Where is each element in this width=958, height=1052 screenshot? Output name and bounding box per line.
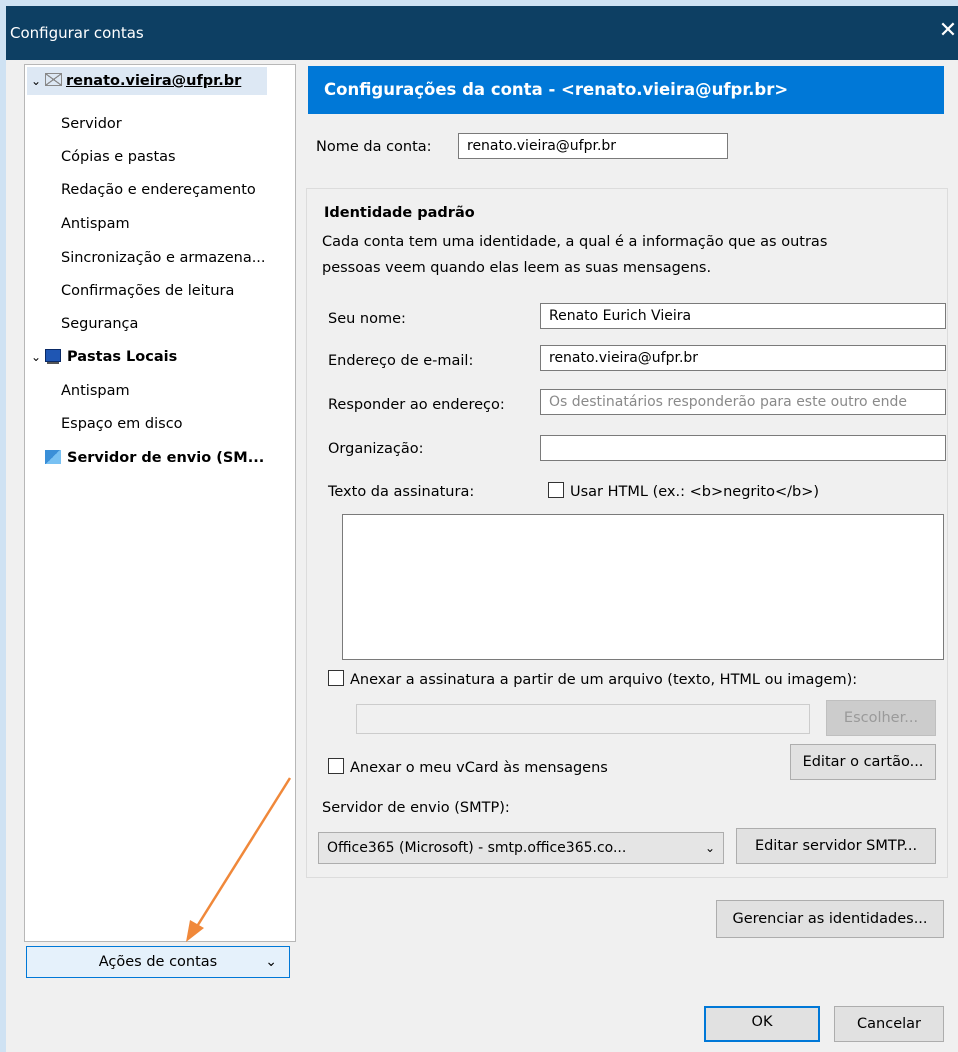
close-icon[interactable]: ✕ <box>938 18 958 43</box>
email-field[interactable]: renato.vieira@ufpr.br <box>540 345 946 371</box>
attach-vcard-option[interactable]: Anexar o meu vCard às mensagens <box>328 758 608 776</box>
tree-local-folders[interactable]: ⌄ Pastas Locais <box>31 343 177 371</box>
use-html-label: Usar HTML (ex.: <b>negrito</b>) <box>570 484 819 500</box>
tree-item-antispam[interactable]: Antispam <box>61 210 130 238</box>
tree-item-local-antispam[interactable]: Antispam <box>61 377 130 405</box>
use-html-option[interactable]: Usar HTML (ex.: <b>negrito</b>) <box>548 482 819 500</box>
email-label: Endereço de e-mail: <box>328 353 474 369</box>
identity-title: Identidade padrão <box>324 205 475 221</box>
name-label: Seu nome: <box>328 311 406 327</box>
tree-item-copias-pastas[interactable]: Cópias e pastas <box>61 143 176 171</box>
name-field[interactable]: Renato Eurich Vieira <box>540 303 946 329</box>
tree-outgoing-server[interactable]: Servidor de envio (SM... <box>45 444 264 472</box>
reply-to-label: Responder ao endereço: <box>328 397 505 413</box>
tree-item-servidor[interactable]: Servidor <box>61 110 122 138</box>
identity-description-1: Cada conta tem uma identidade, a qual é … <box>322 234 828 250</box>
tree-item-confirmacoes[interactable]: Confirmações de leitura <box>61 277 234 305</box>
smtp-server-value: Office365 (Microsoft) - smtp.office365.c… <box>327 840 627 856</box>
account-name-label: Nome da conta: <box>316 139 432 155</box>
attach-vcard-label: Anexar o meu vCard às mensagens <box>350 760 608 776</box>
edit-card-button[interactable]: Editar o cartão... <box>790 744 936 780</box>
choose-file-button: Escolher... <box>826 700 936 736</box>
tree-item-disk-space[interactable]: Espaço em disco <box>61 410 183 438</box>
computer-icon <box>45 349 61 362</box>
tree-local-folders-label: Pastas Locais <box>67 349 178 365</box>
panel-header: Configurações da conta - <renato.vieira@… <box>308 66 944 114</box>
chevron-down-icon: ⌄ <box>704 841 715 855</box>
envelope-icon <box>45 73 62 86</box>
signature-label: Texto da assinatura: <box>328 484 475 500</box>
title-bar: Configurar contas ✕ <box>6 6 958 60</box>
account-actions-button[interactable]: Ações de contas ⌄ <box>26 946 290 978</box>
manage-identities-button[interactable]: Gerenciar as identidades... <box>716 900 944 938</box>
edit-smtp-button[interactable]: Editar servidor SMTP... <box>736 828 936 864</box>
smtp-server-select[interactable]: Office365 (Microsoft) - smtp.office365.c… <box>318 832 724 864</box>
chevron-down-icon[interactable]: ⌄ <box>31 67 45 95</box>
tree-account-label: renato.vieira@ufpr.br <box>66 73 242 89</box>
use-html-checkbox[interactable] <box>548 482 564 498</box>
smtp-label: Servidor de envio (SMTP): <box>322 800 510 816</box>
attach-signature-checkbox[interactable] <box>328 670 344 686</box>
account-actions-label: Ações de contas <box>98 954 218 970</box>
tree-item-redacao[interactable]: Redação e endereçamento <box>61 176 256 204</box>
organization-label: Organização: <box>328 441 424 457</box>
attach-vcard-checkbox[interactable] <box>328 758 344 774</box>
reply-to-field[interactable]: Os destinatários responderão para este o… <box>540 389 946 415</box>
organization-field[interactable] <box>540 435 946 461</box>
account-tree: ⌄ renato.vieira@ufpr.br Servidor Cópias e… <box>24 64 296 942</box>
tree-account[interactable]: ⌄ renato.vieira@ufpr.br <box>27 67 267 95</box>
chevron-down-icon[interactable]: ⌄ <box>31 343 45 371</box>
cancel-button[interactable]: Cancelar <box>834 1006 944 1042</box>
window-title: Configurar contas <box>10 24 144 42</box>
ok-button[interactable]: OK <box>704 1006 820 1042</box>
identity-description-2: pessoas veem quando elas leem as suas me… <box>322 260 712 276</box>
outgoing-server-icon <box>45 450 61 464</box>
signature-textarea[interactable] <box>342 514 944 660</box>
attach-signature-label: Anexar a assinatura a partir de um arqui… <box>350 672 858 688</box>
tree-item-seguranca[interactable]: Segurança <box>61 310 138 338</box>
account-name-field[interactable]: renato.vieira@ufpr.br <box>458 133 728 159</box>
chevron-down-icon: ⌄ <box>265 954 277 970</box>
signature-file-field <box>356 704 810 734</box>
attach-signature-option[interactable]: Anexar a assinatura a partir de um arqui… <box>328 670 857 688</box>
tree-outgoing-server-label: Servidor de envio (SM... <box>67 450 265 466</box>
tree-item-sincronizacao[interactable]: Sincronização e armazena... <box>61 244 266 272</box>
